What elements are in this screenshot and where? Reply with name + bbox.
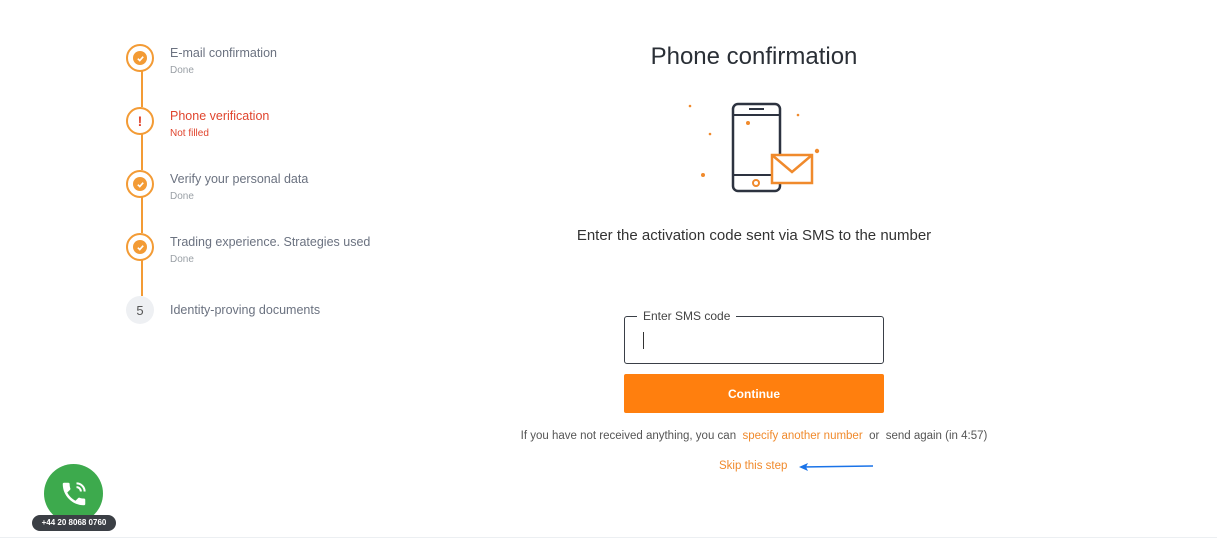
or-text: or: [869, 430, 880, 442]
instruction-text: Enter the activation code sent via SMS t…: [576, 227, 932, 244]
step-title: Phone verification: [170, 109, 270, 123]
arrow-left-icon: [799, 463, 874, 471]
step-done-indicator: [126, 170, 154, 198]
step-identity-documents[interactable]: 5 Identity-proving documents: [126, 296, 426, 336]
sms-code-label: Enter SMS code: [637, 309, 737, 323]
resend-note: If you have not received anything, you c…: [0, 430, 1217, 442]
send-again-text[interactable]: send again (in 4:57): [886, 430, 988, 442]
divider: [0, 537, 1217, 538]
phone-icon: [62, 481, 86, 505]
step-status: Done: [170, 191, 194, 202]
step-status: Done: [170, 254, 194, 265]
step-number: 5: [126, 296, 154, 324]
step-title: Verify your personal data: [170, 172, 309, 186]
specify-another-number-link[interactable]: specify another number: [742, 430, 862, 442]
continue-button[interactable]: Continue: [624, 374, 884, 413]
check-icon: [136, 181, 144, 188]
phone-sms-illustration-icon: [688, 102, 820, 193]
resend-note-text: If you have not received anything, you c…: [520, 430, 737, 442]
step-warning-indicator: !: [126, 107, 154, 135]
skip-step-link[interactable]: Skip this step: [719, 460, 787, 472]
text-cursor: [643, 332, 644, 349]
step-personal-data[interactable]: Verify your personal data Done: [126, 170, 426, 210]
step-phone-verification[interactable]: ! Phone verification Not filled: [126, 107, 426, 147]
exclamation-icon: !: [137, 113, 143, 129]
call-phone-number[interactable]: +44 20 8068 0760: [32, 515, 116, 531]
step-status: Not filled: [170, 128, 209, 139]
sms-code-field[interactable]: Enter SMS code: [624, 309, 884, 364]
step-title: Identity-proving documents: [170, 303, 321, 317]
sms-code-input[interactable]: [639, 331, 863, 353]
page-title: Phone confirmation: [650, 43, 858, 70]
